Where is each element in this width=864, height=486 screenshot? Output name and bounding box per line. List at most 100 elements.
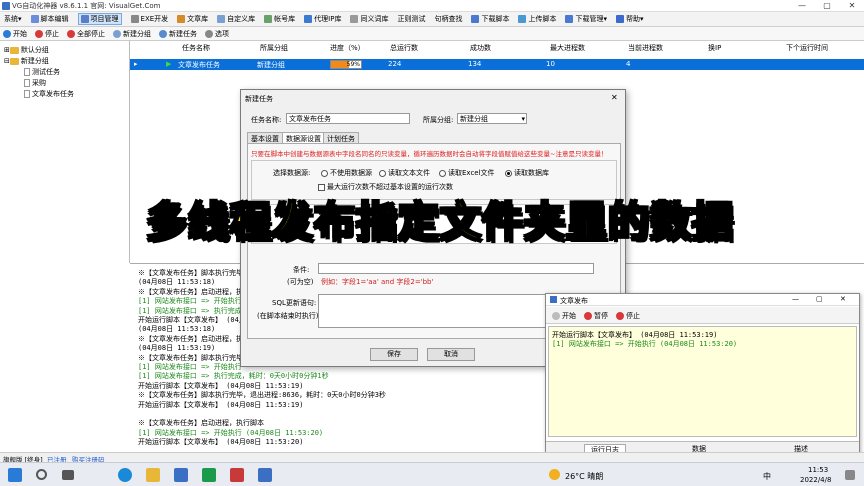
menu-item-label: 句柄查找	[434, 15, 463, 23]
toolbar-button-4[interactable]: 新建任务	[159, 29, 197, 39]
menu-icon	[615, 15, 624, 23]
toolbar-button-2[interactable]: 全部停止	[67, 29, 105, 39]
red-app-icon[interactable]	[230, 468, 244, 482]
menu-item-1[interactable]: 脚本编辑	[30, 14, 69, 24]
menu-item-11[interactable]: 下载脚本	[471, 14, 509, 24]
clock-time[interactable]: 11:53	[808, 466, 828, 474]
toolbar-button-5[interactable]: 选项	[205, 29, 229, 39]
sql-hint: (在脚本结束时执行)	[257, 312, 319, 320]
tab-basic[interactable]: 基本设置	[247, 132, 283, 143]
source-option-db[interactable]: 读取数据库	[505, 168, 549, 178]
cancel-button[interactable]: 取消	[427, 348, 475, 361]
condition-label: 条件:	[293, 266, 310, 274]
task-icon	[24, 90, 30, 98]
maximize-button[interactable]: ▢	[815, 0, 839, 12]
condition-example: 例如：字段1='aa' and 字段2='bb'	[321, 278, 434, 286]
tree-item-new-group[interactable]: ⊟ 新建分组	[4, 56, 49, 66]
tree-item-purchase[interactable]: 采购	[24, 78, 46, 88]
menu-item-5[interactable]: 自定义库	[217, 14, 255, 24]
column-header[interactable]: 当前进程数	[628, 43, 663, 53]
window-title: VG自动化神器 v8.6.1.1 官网: VisualGet.Com	[12, 2, 161, 10]
expand-icon[interactable]: ⊞	[4, 46, 10, 54]
source-option-excel[interactable]: 读取Excel文件	[439, 168, 495, 178]
sun-icon	[549, 469, 560, 480]
toolbar-button-label: 选项	[215, 29, 229, 38]
publish-toolbar: 开始 暂停 停止	[546, 307, 859, 324]
chevron-down-icon: ▾	[603, 15, 607, 23]
menu-item-8[interactable]: 同义词库	[350, 14, 388, 24]
group-select[interactable]: 新建分组 ▾	[457, 113, 527, 124]
source-option-none[interactable]: 不使用数据源	[321, 168, 372, 178]
menu-item-2[interactable]: 项目管理	[77, 13, 122, 25]
minimize-button[interactable]: —	[792, 295, 799, 303]
toolbar-button-label: 停止	[45, 29, 59, 38]
menu-item-4[interactable]: 文章库	[177, 14, 208, 24]
toolbar-button-label: 开始	[13, 29, 27, 38]
vg-app-icon[interactable]	[174, 468, 188, 482]
menu-item-9[interactable]: 正则测试	[397, 14, 425, 24]
edge-icon[interactable]	[118, 468, 132, 482]
menu-item-0[interactable]: 系统 ▾	[4, 14, 22, 24]
column-header[interactable]: 换IP	[708, 43, 721, 53]
search-icon[interactable]	[36, 469, 47, 480]
radio-selected-icon[interactable]	[505, 169, 512, 177]
pause-button[interactable]: 暂停	[584, 311, 608, 321]
column-header[interactable]: 进度（%）	[330, 43, 365, 53]
menu-item-7[interactable]: 代理IP库	[304, 14, 341, 24]
publish-title-bar: 文章发布 — ▢ ✕	[546, 294, 859, 306]
dialog-close-button[interactable]: ✕	[611, 93, 618, 102]
input-language[interactable]: 中	[763, 471, 771, 482]
column-header[interactable]: 总运行数	[390, 43, 418, 53]
tree-item-article-task[interactable]: 文章发布任务	[24, 89, 74, 99]
menu-item-10[interactable]: 句柄查找	[434, 14, 462, 24]
green-app-icon[interactable]	[202, 468, 216, 482]
menu-item-14[interactable]: 帮助 ▾	[615, 14, 644, 24]
notification-icon[interactable]	[845, 470, 855, 480]
start-button[interactable]: 开始	[552, 311, 576, 321]
menu-item-label: 脚本编辑	[40, 15, 69, 23]
minimize-button[interactable]: —	[790, 0, 814, 12]
menu-item-label: 正则测试	[397, 15, 426, 23]
start-icon[interactable]	[8, 468, 22, 482]
toolbar-button-1[interactable]: 停止	[35, 29, 59, 39]
task-name-input[interactable]: 文章发布任务	[286, 113, 410, 124]
toolbar-button-3[interactable]: 新建分组	[113, 29, 151, 39]
clock-date[interactable]: 2022/4/8	[800, 476, 831, 484]
source-option-text[interactable]: 读取文本文件	[379, 168, 430, 178]
radio-icon[interactable]	[321, 169, 328, 177]
task-name-label: 任务名称:	[251, 116, 282, 124]
menu-item-3[interactable]: EXE开发	[130, 14, 168, 24]
stop-button[interactable]: 停止	[616, 311, 640, 321]
tree-item-test-task[interactable]: 测试任务	[24, 67, 60, 77]
explorer-icon[interactable]	[146, 468, 160, 482]
menu-item-13[interactable]: 下载管理 ▾	[565, 14, 607, 24]
tab-schedule[interactable]: 计划任务	[323, 132, 359, 143]
toolbar-button-0[interactable]: 开始	[3, 29, 27, 39]
table-row[interactable]: ▸ ▶ 文章发布任务 新建分组 59% 224 134 10 4	[130, 59, 864, 70]
save-button[interactable]: 保存	[370, 348, 418, 361]
tree-item-default-group[interactable]: ⊞ 默认分组	[4, 45, 49, 55]
radio-icon[interactable]	[439, 169, 446, 177]
play-icon	[552, 312, 560, 320]
article-publish-window: 文章发布 — ▢ ✕ 开始 暂停 停止 开始运行脚本【文章发布】 (04月08日…	[545, 293, 860, 456]
toolbar-button-label: 新建分组	[123, 29, 151, 38]
menu-item-6[interactable]: 帐号库	[264, 14, 295, 24]
collapse-icon[interactable]: ⊟	[4, 57, 10, 65]
column-header[interactable]: 任务名称	[182, 43, 210, 53]
column-header[interactable]: 下个运行时间	[786, 43, 828, 53]
column-header[interactable]: 最大进程数	[550, 43, 585, 53]
task-view-icon[interactable]	[62, 470, 74, 480]
column-header[interactable]: 成功数	[470, 43, 491, 53]
option-label: 不使用数据源	[330, 169, 372, 177]
tab-datasource[interactable]: 数据源设置	[282, 132, 325, 143]
close-button[interactable]: ✕	[840, 0, 864, 12]
menu-item-12[interactable]: 上传脚本	[518, 14, 556, 24]
vg-window-icon[interactable]	[258, 468, 272, 482]
radio-icon[interactable]	[379, 169, 386, 177]
success-cell: 134	[468, 60, 482, 68]
maximize-button[interactable]: ▢	[816, 295, 823, 303]
column-header[interactable]: 所属分组	[260, 43, 288, 53]
close-button[interactable]: ✕	[840, 295, 846, 303]
condition-input[interactable]	[318, 263, 594, 274]
app-logo-icon	[2, 2, 10, 10]
